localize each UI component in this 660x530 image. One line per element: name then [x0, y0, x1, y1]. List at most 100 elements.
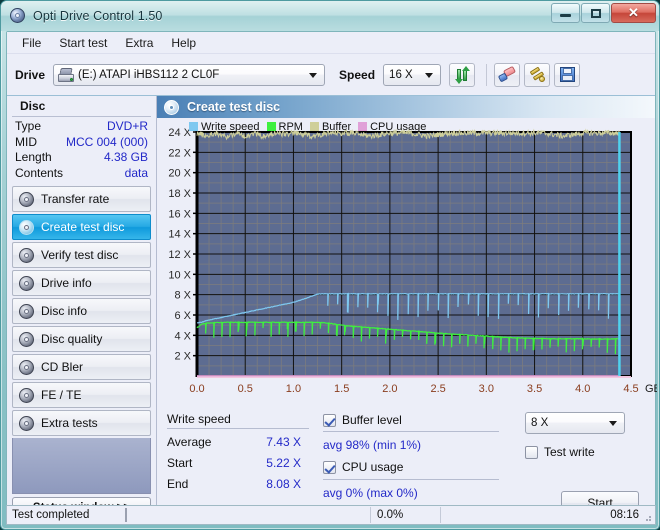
- chart-legend: Write speed RPM Buffer CPU usage: [189, 120, 430, 133]
- sidebar-item-fe-te[interactable]: FE / TE: [12, 382, 151, 409]
- maximize-button[interactable]: [581, 3, 610, 23]
- stat-row-start: Start 5.22 X: [167, 453, 323, 474]
- refresh-button[interactable]: [449, 62, 476, 87]
- status-text: Test completed: [12, 509, 90, 521]
- resize-grip[interactable]: [642, 512, 652, 522]
- disc-icon: [19, 359, 34, 375]
- maximize-icon: [590, 8, 601, 18]
- speed-label: Speed: [339, 67, 376, 82]
- sidebar-item-create-test-disc[interactable]: Create test disc: [12, 214, 151, 241]
- buffer-level-checkbox[interactable]: [323, 413, 336, 427]
- sidebar-item-label: Drive info: [41, 276, 92, 291]
- cpu-usage-checkbox-row[interactable]: CPU usage: [323, 459, 513, 475]
- disc-icon: [19, 247, 34, 263]
- menu-start-test[interactable]: Start test: [50, 34, 116, 52]
- stat-value: 7.43 X: [266, 435, 301, 449]
- svg-text:3.0: 3.0: [479, 383, 494, 395]
- sidebar-item-disc-info[interactable]: Disc info: [12, 298, 151, 325]
- wrench-icon: [529, 66, 546, 83]
- svg-text:6 X: 6 X: [174, 310, 191, 322]
- close-icon: ✕: [628, 5, 639, 20]
- legend-swatch: [309, 122, 319, 131]
- svg-text:4.0: 4.0: [575, 383, 590, 395]
- elapsed-time: 08:16: [440, 507, 655, 523]
- svg-text:4.5: 4.5: [623, 383, 638, 395]
- cpu-usage-label: CPU usage: [342, 460, 404, 474]
- sidebar-item-label: Create test disc: [41, 220, 125, 235]
- cpu-usage-checkbox[interactable]: [323, 460, 336, 474]
- erase-button[interactable]: [494, 62, 521, 87]
- app-disc-icon: [9, 7, 27, 25]
- divider: [323, 431, 499, 432]
- disc-info-key: Length: [15, 150, 52, 165]
- eraser-icon: [497, 65, 517, 83]
- write-speed-select[interactable]: 8 X: [525, 412, 625, 434]
- client-area: File Start test Extra Help Drive (E:) AT…: [6, 31, 657, 524]
- sidebar-item-label: FE / TE: [41, 388, 82, 403]
- write-speed-select-value: 8 X: [531, 417, 549, 429]
- legend-label: Buffer: [321, 120, 352, 133]
- svg-text:18 X: 18 X: [168, 188, 191, 200]
- buffer-level-label: Buffer level: [342, 413, 402, 427]
- progress-bar-wrap: [125, 508, 370, 522]
- panel-header: Create test disc: [157, 96, 655, 118]
- stat-row-average: Average 7.43 X: [167, 432, 323, 453]
- sidebar-item-label: Verify test disc: [41, 248, 119, 263]
- minimize-button[interactable]: [551, 3, 580, 23]
- save-button[interactable]: [554, 62, 581, 87]
- disc-info-row: MID MCC 004 (000): [15, 135, 148, 151]
- disc-info-list: Type DVD+R MID MCC 004 (000) Length 4.38…: [7, 117, 156, 184]
- menu-extra[interactable]: Extra: [116, 34, 162, 52]
- legend-label: RPM: [278, 120, 303, 133]
- svg-text:GB: GB: [645, 383, 657, 395]
- svg-text:0.5: 0.5: [238, 383, 253, 395]
- sidebar-item-label: CD Bler: [41, 360, 84, 375]
- sidebar-item-cd-bler[interactable]: CD Bler: [12, 354, 151, 381]
- legend-label: Write speed: [201, 120, 260, 133]
- speed-select[interactable]: 16 X: [383, 63, 442, 86]
- menu-help[interactable]: Help: [162, 34, 205, 52]
- test-write-checkbox[interactable]: [525, 445, 538, 459]
- speed-select-value: 16 X: [389, 68, 413, 81]
- tools-button[interactable]: [524, 62, 551, 87]
- sidebar-filler: [12, 438, 151, 494]
- sidebar-item-drive-info[interactable]: Drive info: [12, 270, 151, 297]
- test-controls: 8 X Test write Start: [513, 412, 645, 519]
- disc-icon: [19, 415, 34, 431]
- disc-info-row: Contents data: [15, 166, 148, 182]
- chevron-down-icon: [609, 421, 617, 426]
- drive-select[interactable]: (E:) ATAPI iHBS112 2 CL0F: [53, 63, 326, 86]
- write-speed-stats: Write speed Average 7.43 X Start 5.22 X …: [163, 412, 323, 519]
- svg-text:16 X: 16 X: [168, 208, 191, 220]
- disc-icon: [164, 99, 179, 115]
- sidebar-item-transfer-rate[interactable]: Transfer rate: [12, 186, 151, 213]
- svg-text:10 X: 10 X: [168, 269, 191, 281]
- page-title: Create test disc: [187, 100, 281, 114]
- status-bar: Test completed 0.0% 08:16: [6, 505, 656, 525]
- disc-icon: [19, 191, 34, 207]
- svg-text:4 X: 4 X: [174, 330, 191, 342]
- chevron-down-icon: [425, 72, 434, 78]
- menu-file[interactable]: File: [13, 34, 50, 52]
- disc-info-key: Type: [15, 119, 42, 133]
- stat-value: 5.22 X: [266, 456, 301, 470]
- disc-icon: [19, 275, 34, 291]
- legend-item-write-speed: Write speed: [189, 121, 260, 133]
- legend-swatch: [189, 122, 198, 131]
- close-button[interactable]: ✕: [611, 3, 656, 23]
- svg-text:1.5: 1.5: [334, 383, 349, 395]
- chevron-down-icon: [309, 72, 318, 78]
- disc-info-value: 4.38 GB: [103, 150, 148, 165]
- sidebar-item-label: Disc info: [41, 304, 88, 319]
- sidebar-item-extra-tests[interactable]: Extra tests: [12, 410, 151, 437]
- test-write-label: Test write: [544, 445, 595, 459]
- cpu-usage-value: avg 0% (max 0%): [323, 486, 418, 500]
- buffer-level-checkbox-row[interactable]: Buffer level: [323, 412, 513, 428]
- sidebar-item-verify-test-disc[interactable]: Verify test disc: [12, 242, 151, 269]
- legend-item-cpu-usage: CPU usage: [358, 121, 426, 133]
- svg-text:3.5: 3.5: [527, 383, 542, 395]
- test-write-checkbox-row[interactable]: Test write: [525, 444, 645, 460]
- disc-info-key: MID: [15, 134, 37, 149]
- legend-swatch: [358, 122, 368, 131]
- sidebar-item-disc-quality[interactable]: Disc quality: [12, 326, 151, 353]
